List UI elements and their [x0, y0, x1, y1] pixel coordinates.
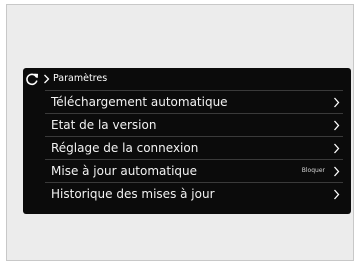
- menu-item-version-status[interactable]: Etat de la version: [45, 113, 343, 137]
- menu-item-connection-settings[interactable]: Réglage de la connexion: [45, 136, 343, 160]
- settings-screen: Paramètres Téléchargement automatique Et…: [23, 68, 351, 214]
- menu-item-update-history[interactable]: Historique des mises à jour: [45, 182, 343, 206]
- chevron-right-icon: [44, 74, 50, 84]
- chevron-right-icon: [334, 97, 340, 108]
- breadcrumb: Paramètres: [23, 68, 351, 90]
- chevron-right-icon: [334, 143, 340, 154]
- display-frame: Paramètres Téléchargement automatique Et…: [6, 4, 354, 261]
- menu-item-label: Téléchargement automatique: [51, 95, 228, 109]
- chevron-right-icon: [334, 189, 340, 200]
- settings-menu: Téléchargement automatique Etat de la ve…: [45, 90, 351, 214]
- auto-update-value: Bloquer: [301, 167, 325, 174]
- menu-item-label: Historique des mises à jour: [51, 187, 215, 201]
- menu-item-auto-download[interactable]: Téléchargement automatique: [45, 90, 343, 114]
- chevron-right-icon: [334, 120, 340, 131]
- menu-item-label: Réglage de la connexion: [51, 141, 199, 155]
- refresh-icon[interactable]: [25, 72, 39, 86]
- chevron-right-icon: [334, 166, 340, 177]
- menu-item-label: Mise à jour automatique: [51, 164, 198, 178]
- menu-item-label: Etat de la version: [51, 118, 157, 132]
- breadcrumb-label[interactable]: Paramètres: [53, 72, 107, 86]
- menu-item-auto-update[interactable]: Mise à jour automatique Bloquer: [45, 159, 343, 183]
